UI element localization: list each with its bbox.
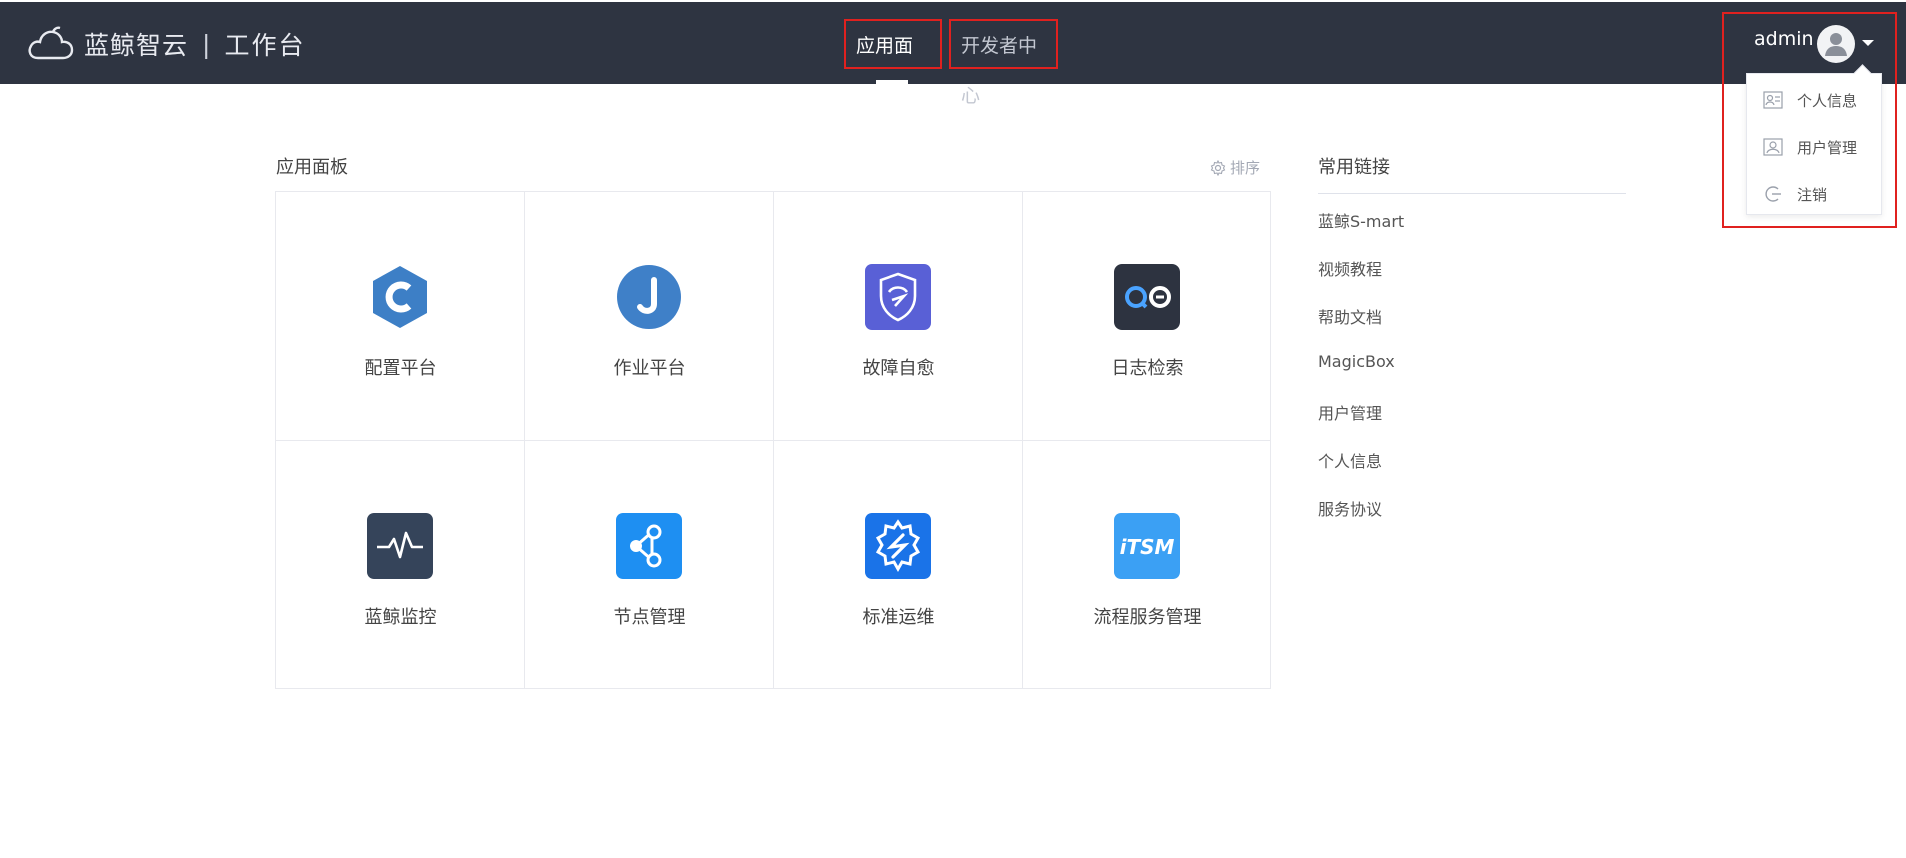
app-tile-fault-selfheal[interactable]: 故障自愈 — [774, 192, 1023, 441]
brand-name: 蓝鲸智云 — [84, 31, 189, 60]
link-smart[interactable]: 蓝鲸S-mart — [1318, 208, 1404, 232]
username[interactable]: admin — [1754, 28, 1814, 50]
cloud-logo-icon — [28, 26, 74, 60]
gear-icon — [1210, 159, 1226, 176]
menu-item-label: 个人信息 — [1797, 91, 1858, 110]
config-platform-icon — [373, 266, 427, 328]
menu-item-logout[interactable]: 注销 — [1763, 180, 1827, 208]
links-title: 常用链接 — [1318, 157, 1390, 178]
app-label: 标准运维 — [862, 607, 935, 628]
menu-item-label: 用户管理 — [1797, 138, 1858, 157]
divider — [1318, 193, 1626, 194]
brand-separator: | — [202, 29, 211, 59]
logout-icon — [1765, 186, 1781, 202]
app-grid: 配置平台 作业平台 故障自愈 日志检索 蓝鲸监控 节点管理 标准运维 iTSM … — [275, 191, 1271, 689]
app-tile-job-platform[interactable]: 作业平台 — [525, 192, 774, 441]
link-personal-info[interactable]: 个人信息 — [1318, 448, 1382, 472]
app-label: 配置平台 — [364, 358, 437, 379]
app-tile-monitor[interactable]: 蓝鲸监控 — [276, 441, 525, 690]
avatar[interactable] — [1817, 25, 1855, 63]
link-user-management[interactable]: 用户管理 — [1318, 400, 1382, 424]
menu-item-user-management[interactable]: 用户管理 — [1763, 133, 1857, 161]
app-label: 作业平台 — [613, 358, 686, 379]
sort-label: 排序 — [1230, 159, 1261, 177]
chevron-down-icon[interactable] — [1862, 40, 1874, 46]
app-tile-log-search[interactable]: 日志检索 — [1023, 192, 1272, 441]
link-magicbox[interactable]: MagicBox — [1318, 352, 1395, 371]
job-platform-icon — [617, 265, 681, 329]
brand[interactable]: 蓝鲸智云 | 工作台 — [26, 24, 305, 64]
itsm-icon: iTSM — [1114, 513, 1180, 579]
sort-button[interactable]: 排序 — [1210, 157, 1260, 178]
top-navbar: 蓝鲸智云 | 工作台 应用面板 开发者中心 — [0, 2, 1906, 107]
app-tile-itsm[interactable]: iTSM 流程服务管理 — [1023, 441, 1272, 690]
panel-title: 应用面板 — [276, 157, 348, 178]
user-card-icon — [1763, 138, 1783, 156]
app-tile-config-platform[interactable]: 配置平台 — [276, 192, 525, 441]
user-dropdown-menu: 个人信息 用户管理 注销 — [1746, 73, 1882, 215]
brand-subtitle: 工作台 — [224, 31, 306, 60]
link-service-agreement[interactable]: 服务协议 — [1318, 496, 1382, 520]
app-label: 蓝鲸监控 — [364, 607, 437, 628]
active-tab-indicator — [876, 80, 908, 84]
link-help-docs[interactable]: 帮助文档 — [1318, 304, 1382, 328]
standard-ops-icon — [865, 513, 931, 579]
nav-tab-developer-center[interactable]: 开发者中心 — [949, 19, 1058, 107]
monitor-icon — [367, 513, 433, 579]
id-card-icon — [1763, 91, 1783, 109]
app-label: 流程服务管理 — [1093, 607, 1202, 628]
svg-text:iTSM: iTSM — [1120, 535, 1175, 559]
app-label: 节点管理 — [613, 607, 686, 628]
link-video-tutorial[interactable]: 视频教程 — [1318, 256, 1382, 280]
node-manage-icon — [616, 513, 682, 579]
app-tile-standard-ops[interactable]: 标准运维 — [774, 441, 1023, 690]
menu-item-label: 注销 — [1797, 185, 1828, 204]
app-tile-node-manage[interactable]: 节点管理 — [525, 441, 774, 690]
app-label: 故障自愈 — [862, 358, 935, 379]
nav-tab-app-panel[interactable]: 应用面板 — [844, 19, 942, 107]
menu-item-profile[interactable]: 个人信息 — [1763, 86, 1857, 114]
user-avatar-icon — [1825, 33, 1847, 56]
log-search-icon — [1114, 264, 1180, 330]
app-label: 日志检索 — [1111, 358, 1184, 379]
fault-selfheal-icon — [865, 264, 931, 330]
